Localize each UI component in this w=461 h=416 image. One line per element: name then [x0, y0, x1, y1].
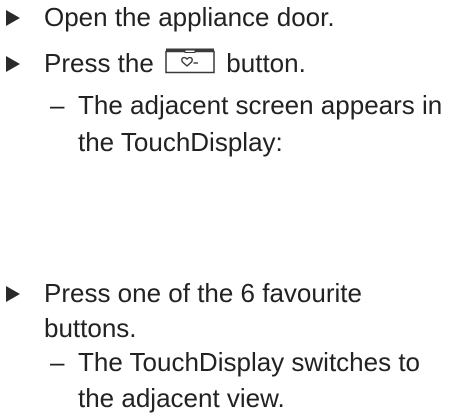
step-2-text-before: Press the [44, 48, 154, 78]
step-3-bullet-arrow-icon [6, 286, 20, 302]
step-1-text: Open the appliance door. [44, 2, 335, 32]
step-2-result-dash: – [50, 90, 65, 120]
step-3-result-line-1: The TouchDisplay switches to [78, 347, 421, 377]
favourite-heart-button-icon [165, 47, 215, 74]
step-2-result-line-1: The adjacent screen appears in [78, 90, 443, 120]
step-3-result-dash: – [50, 347, 65, 377]
step-1-bullet-arrow-icon [6, 10, 20, 26]
step-2-result-line-2: the TouchDisplay: [78, 127, 283, 157]
step-3-result-line-2: the adjacent view. [78, 383, 285, 413]
step-2-text: Press the button. [44, 45, 306, 81]
step-2-text-after: button. [226, 48, 306, 78]
step-2-bullet-arrow-icon [6, 56, 20, 72]
step-3-line-2: buttons. [44, 313, 137, 343]
step-3-line-1: Press one of the 6 favourite [44, 278, 362, 308]
